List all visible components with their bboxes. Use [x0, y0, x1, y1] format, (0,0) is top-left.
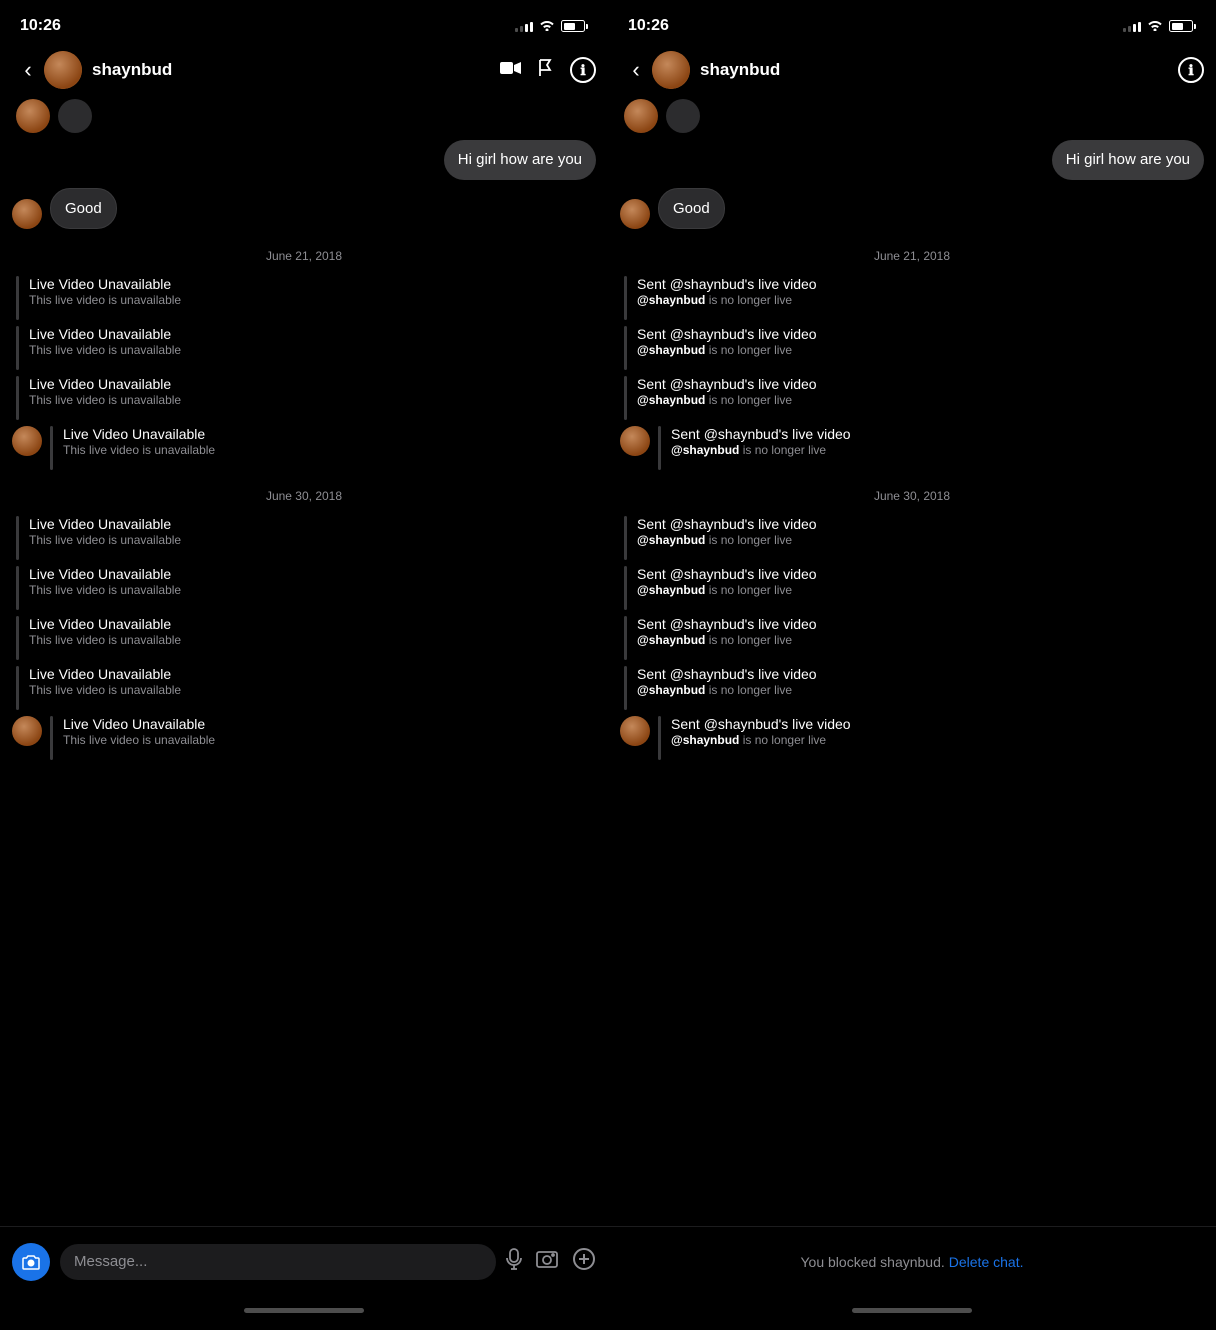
nav-icons-left: ℹ — [500, 57, 596, 83]
sent-lv-6: Sent @shaynbud's live video @shaynbud is… — [620, 566, 1204, 610]
bottom-bar-right — [608, 1296, 1216, 1330]
lv-avatar-2 — [12, 716, 42, 746]
message-row-sent-right: Hi girl how are you — [620, 140, 1204, 180]
avatar-container-left[interactable] — [44, 51, 82, 89]
chat-area-right: Hi girl how are you Good June 21, 2018 S… — [608, 136, 1216, 1226]
back-button-right[interactable]: ‹ — [620, 57, 652, 83]
battery-icon-right — [1169, 20, 1196, 32]
sent-lv-1: Sent @shaynbud's live video @shaynbud is… — [620, 276, 1204, 320]
signal-bar-3 — [525, 24, 528, 32]
nav-icons-right: ℹ — [1178, 57, 1204, 83]
message-row-sent: Hi girl how are you — [12, 140, 596, 180]
top-avatars-right — [608, 96, 1216, 136]
date-sep-2-left: June 30, 2018 — [12, 489, 596, 503]
message-row-received-right: Good — [620, 188, 1204, 230]
microphone-icon[interactable] — [506, 1248, 522, 1276]
lv-item-1: Live Video Unavailable This live video i… — [12, 276, 596, 320]
nav-bar-right: ‹ shaynbud ℹ — [608, 44, 1216, 96]
message-row-received: Good — [12, 188, 596, 230]
flag-icon[interactable] — [538, 58, 554, 83]
home-indicator-right — [852, 1308, 972, 1313]
top-avatar-empty-1 — [58, 99, 92, 133]
sent-lv-3: Sent @shaynbud's live video @shaynbud is… — [620, 376, 1204, 420]
avatar-right — [652, 51, 690, 89]
sent-lv-5: Sent @shaynbud's live video @shaynbud is… — [620, 516, 1204, 560]
sent-lv-4-with-avatar: Sent @shaynbud's live video @shaynbud is… — [620, 426, 1204, 470]
status-icons-right — [1123, 19, 1196, 34]
lv-item-7: Live Video Unavailable This live video i… — [12, 616, 596, 660]
sent-lv-9-with-avatar: Sent @shaynbud's live video @shaynbud is… — [620, 716, 1204, 760]
blocked-text: You blocked shaynbud. — [801, 1254, 945, 1270]
message-placeholder: Message... — [74, 1253, 147, 1270]
username-left: shaynbud — [92, 60, 500, 80]
top-avatar-2 — [624, 99, 658, 133]
sent-lv-2: Sent @shaynbud's live video @shaynbud is… — [620, 326, 1204, 370]
input-icons-left — [506, 1247, 596, 1276]
wifi-icon-right — [1147, 19, 1163, 34]
signal-bar-2 — [520, 26, 523, 32]
date-sep-1-right: June 21, 2018 — [620, 249, 1204, 263]
lv-avatar-right-2 — [620, 716, 650, 746]
input-bar-left: Message... — [0, 1226, 608, 1296]
username-right: shaynbud — [700, 60, 1178, 80]
status-time-right: 10:26 — [628, 17, 669, 35]
status-icons-left — [515, 19, 588, 34]
blocked-bar: You blocked shaynbud. Delete chat. — [608, 1226, 1216, 1296]
back-button-left[interactable]: ‹ — [12, 57, 44, 83]
bubble-received-right: Good — [658, 188, 725, 230]
chat-area-left: Hi girl how are you Good June 21, 2018 L… — [0, 136, 608, 1226]
signal-bar-1 — [515, 28, 518, 32]
lv-item-9-with-avatar: Live Video Unavailable This live video i… — [12, 716, 596, 760]
camera-button[interactable] — [12, 1243, 50, 1281]
info-icon-right[interactable]: ℹ — [1178, 57, 1204, 83]
sent-lv-8: Sent @shaynbud's live video @shaynbud is… — [620, 666, 1204, 710]
bubble-sent: Hi girl how are you — [444, 140, 596, 180]
bottom-bar-left — [0, 1296, 608, 1330]
signal-bars-right — [1123, 20, 1141, 32]
top-avatar-1 — [16, 99, 50, 133]
date-sep-2-right: June 30, 2018 — [620, 489, 1204, 503]
lv-item-3: Live Video Unavailable This live video i… — [12, 376, 596, 420]
lv-item-5: Live Video Unavailable This live video i… — [12, 516, 596, 560]
sent-lv-7: Sent @shaynbud's live video @shaynbud is… — [620, 616, 1204, 660]
avatar-left — [44, 51, 82, 89]
date-sep-1-left: June 21, 2018 — [12, 249, 596, 263]
received-avatar — [12, 199, 42, 229]
right-screen: 10:26 — [608, 0, 1216, 1330]
lv-item-6: Live Video Unavailable This live video i… — [12, 566, 596, 610]
message-input-left[interactable]: Message... — [60, 1244, 496, 1280]
lv-item-2: Live Video Unavailable This live video i… — [12, 326, 596, 370]
status-bar-right: 10:26 — [608, 0, 1216, 44]
status-time-left: 10:26 — [20, 17, 61, 35]
lv-item-4-with-avatar: Live Video Unavailable This live video i… — [12, 426, 596, 470]
bubble-sent-right: Hi girl how are you — [1052, 140, 1204, 180]
wifi-icon-left — [539, 19, 555, 34]
signal-bar-4 — [530, 22, 533, 32]
home-indicator-left — [244, 1308, 364, 1313]
battery-icon-left — [561, 20, 588, 32]
top-avatar-empty-2 — [666, 99, 700, 133]
nav-bar-left: ‹ shaynbud ℹ — [0, 44, 608, 96]
lv-avatar-right-1 — [620, 426, 650, 456]
lv-avatar-1 — [12, 426, 42, 456]
info-icon-left[interactable]: ℹ — [570, 57, 596, 83]
photo-icon[interactable] — [536, 1249, 558, 1275]
left-screen: 10:26 — [0, 0, 608, 1330]
plus-icon[interactable] — [572, 1247, 596, 1276]
lv-item-8: Live Video Unavailable This live video i… — [12, 666, 596, 710]
avatar-container-right[interactable] — [652, 51, 690, 89]
top-avatars-left — [0, 96, 608, 136]
signal-bars-left — [515, 20, 533, 32]
delete-chat-link[interactable]: Delete chat. — [949, 1254, 1024, 1270]
video-icon[interactable] — [500, 60, 522, 81]
received-avatar-right — [620, 199, 650, 229]
status-bar-left: 10:26 — [0, 0, 608, 44]
bubble-received: Good — [50, 188, 117, 230]
